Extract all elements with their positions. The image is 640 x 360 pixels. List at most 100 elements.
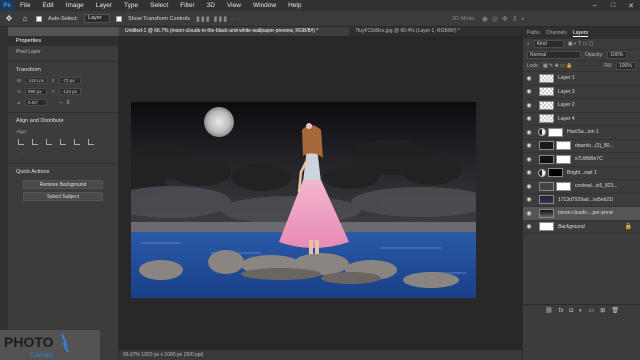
layer-row[interactable]: ◉ 1713d7929ad...ce5eb2183d xyxy=(523,194,640,207)
mask-icon[interactable]: ◘ xyxy=(569,308,573,314)
height-field[interactable]: 890 px xyxy=(25,88,47,95)
fx-icon[interactable]: fx xyxy=(559,308,564,314)
canvas-area[interactable] xyxy=(119,36,522,350)
menu-filter[interactable]: Filter xyxy=(174,2,200,9)
fill-label: Fill: xyxy=(604,63,612,69)
align-top-icon[interactable] xyxy=(60,139,66,145)
opacity-label: Opacity: xyxy=(585,52,604,58)
align-left-icon[interactable] xyxy=(18,139,24,145)
eye-icon[interactable]: ◉ xyxy=(523,142,535,149)
svg-text:PHOTO: PHOTO xyxy=(4,334,54,350)
eye-icon[interactable]: ◉ xyxy=(523,115,535,122)
menu-layer[interactable]: Layer xyxy=(90,2,118,9)
angle-field[interactable]: 0.00° xyxy=(25,99,47,106)
align-center-h-icon[interactable] xyxy=(32,139,38,145)
adjustment-layer-icon[interactable]: ◐ xyxy=(579,308,583,314)
link-icon[interactable]: ⛓ xyxy=(545,307,553,314)
eye-icon[interactable]: ◉ xyxy=(523,102,535,109)
x-label: X xyxy=(51,78,55,83)
eye-icon[interactable]: ◉ xyxy=(523,210,535,217)
eye-icon[interactable]: ◉ xyxy=(523,223,535,230)
eye-icon[interactable]: ◉ xyxy=(523,129,535,136)
minimize-button[interactable]: – xyxy=(586,2,604,10)
home-icon[interactable]: ⌂ xyxy=(20,14,30,24)
menu-file[interactable]: File xyxy=(14,2,36,9)
layer-row[interactable]: ◉ Layer 4 xyxy=(523,113,640,126)
menu-view[interactable]: View xyxy=(221,2,247,9)
menu-3d[interactable]: 3D xyxy=(201,2,221,9)
menu-edit[interactable]: Edit xyxy=(36,2,59,9)
auto-select-label: Auto-Select: xyxy=(48,15,78,22)
tab-channels[interactable]: Channels xyxy=(546,30,567,36)
menu-type[interactable]: Type xyxy=(118,2,144,9)
remove-background-button[interactable]: Remove Background xyxy=(23,180,103,189)
lock-label: Lock: xyxy=(527,63,539,69)
eye-icon[interactable]: ◉ xyxy=(523,183,535,190)
3d-tools-icon[interactable]: ◉ ◎ ✥ ⇕ ▪ xyxy=(482,15,525,23)
watermark-logo: PHOTO Tutorials xyxy=(0,330,100,360)
align-bottom-icon[interactable] xyxy=(88,139,94,145)
artwork-image xyxy=(131,102,476,298)
layer-thumbnail xyxy=(539,208,554,218)
document-tab[interactable]: 7fuyFC6d9cx.jpg @ 90.4% (Layer 1, RGB/8#… xyxy=(349,27,466,36)
blend-mode-dropdown[interactable]: Normal xyxy=(527,51,581,59)
layer-row[interactable]: ◉ Bright...rast 1 xyxy=(523,167,640,180)
layer-row[interactable]: ◉ downlo...(3)_80... xyxy=(523,140,640,153)
distribute-icons[interactable]: ··· xyxy=(18,151,24,157)
lock-icons[interactable]: ▦ ✎ ✥ ▭ 🔒 xyxy=(543,63,573,69)
move-tool-icon[interactable]: ✥ xyxy=(4,14,14,24)
photoshop-logo-icon[interactable]: Ps xyxy=(0,0,14,11)
layer-row[interactable]: ◉ Background 🔒 xyxy=(523,221,640,234)
tab-properties[interactable]: Properties xyxy=(16,38,41,44)
align-middle-icon[interactable] xyxy=(74,139,80,145)
x-field[interactable]: -73 px xyxy=(59,77,81,84)
show-transform-label: Show Transform Controls xyxy=(127,15,191,22)
align-right-icon[interactable] xyxy=(46,139,52,145)
layer-row[interactable]: ◉ coolwal...ix5_823... xyxy=(523,180,640,194)
opacity-field[interactable]: 100% xyxy=(607,51,628,59)
auto-select-checkbox[interactable] xyxy=(36,15,42,22)
layer-row[interactable]: ◉ Layer 3 xyxy=(523,86,640,99)
layer-row[interactable]: ◉ Hue/Sa...ion 1 xyxy=(523,126,640,140)
eye-icon[interactable]: ◉ xyxy=(523,169,535,176)
3d-mode-label: 3D Mode: xyxy=(452,15,476,22)
y-field[interactable]: -134 px xyxy=(59,88,81,95)
tab-paths[interactable]: Paths xyxy=(527,30,540,36)
layer-name: Layer 2 xyxy=(558,102,575,109)
kind-dropdown[interactable]: Kind xyxy=(533,40,564,48)
close-button[interactable]: ✕ xyxy=(622,2,640,10)
transform-title: Transform xyxy=(16,67,41,73)
show-transform-checkbox[interactable] xyxy=(115,15,122,22)
options-bar: ✥ ⌂ Auto-Select: Layer Show Transform Co… xyxy=(0,11,640,27)
y-label: Y xyxy=(51,89,55,94)
layer-row[interactable]: ◉ Layer 1 xyxy=(523,72,640,86)
pixel-layer-label: Pixel Layer xyxy=(16,48,41,55)
menu-window[interactable]: Window xyxy=(247,2,282,9)
layer-thumbnail xyxy=(539,222,554,232)
eye-icon[interactable]: ◉ xyxy=(523,75,535,82)
layer-row[interactable]: ◉ s7LWbBn7C xyxy=(523,153,640,167)
layer-row[interactable]: ◉ Layer 2 xyxy=(523,99,640,113)
eye-icon[interactable]: ◉ xyxy=(523,156,535,163)
menu-help[interactable]: Help xyxy=(282,2,307,9)
tab-layers[interactable]: Layers xyxy=(572,30,588,37)
layer-row-selected[interactable]: ◉ moon-clouds-...per-preview xyxy=(523,207,640,221)
trash-icon[interactable]: 🗑 xyxy=(611,307,619,314)
layer-name: Layer 4 xyxy=(558,115,575,122)
align-buttons-icon[interactable]: ▮▮▮ ▮▮▮ ··· xyxy=(196,15,241,23)
menu-image[interactable]: Image xyxy=(60,2,90,9)
auto-select-dropdown[interactable]: Layer xyxy=(83,14,110,23)
eye-icon[interactable]: ◉ xyxy=(523,88,535,95)
fill-field[interactable]: 100% xyxy=(616,62,636,70)
artwork-canvas[interactable] xyxy=(131,102,476,298)
maximize-button[interactable]: □ xyxy=(604,2,622,10)
select-subject-button[interactable]: Select Subject xyxy=(23,192,103,201)
flip-icons[interactable]: ⇔ ⇕ xyxy=(58,99,71,106)
new-layer-icon[interactable]: ⊞ xyxy=(600,307,605,314)
width-field[interactable]: 1424 px xyxy=(25,77,47,84)
document-tab-active[interactable]: Untitled-1 @ 66.7% (moon-clouds-in-the-b… xyxy=(119,27,349,36)
menu-select[interactable]: Select xyxy=(144,2,174,9)
group-folder-icon[interactable]: ▭ xyxy=(589,307,595,314)
eye-icon[interactable]: ◉ xyxy=(523,196,535,203)
filter-icons[interactable]: ▣ ◐ T ▭ ▢ xyxy=(568,41,594,47)
